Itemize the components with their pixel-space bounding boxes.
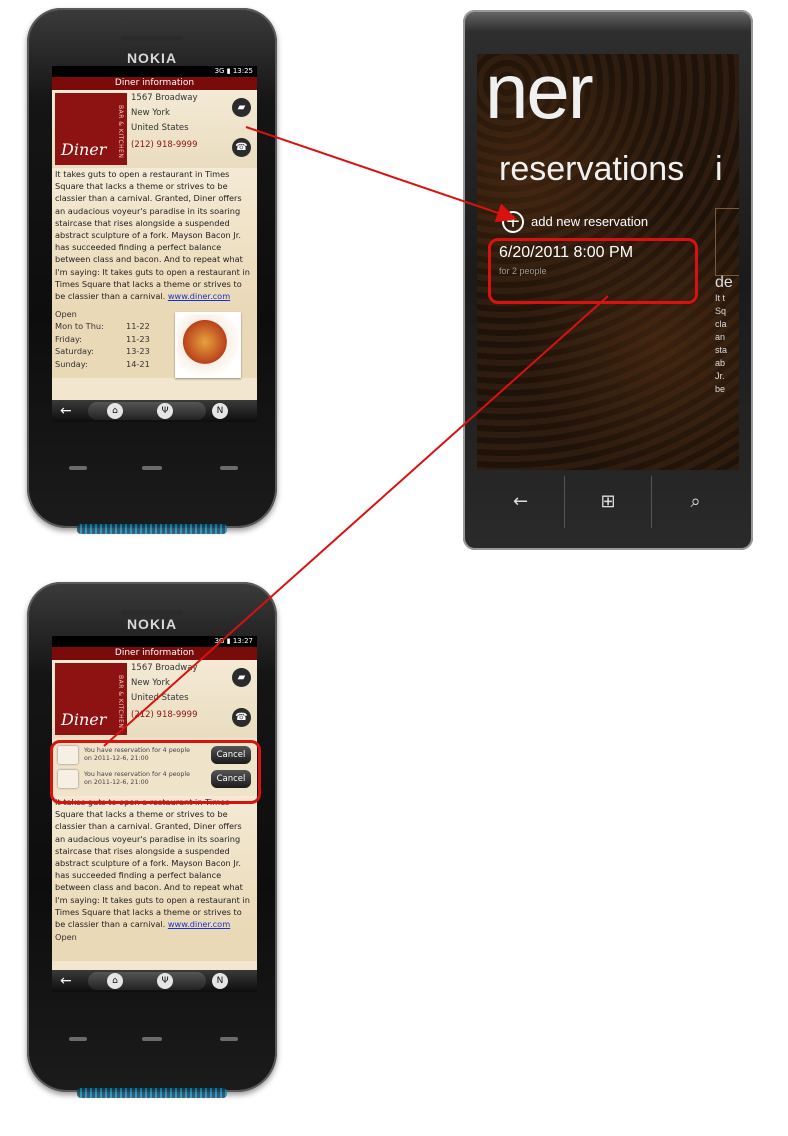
address-line-3: United States xyxy=(131,693,189,703)
opening-hours: Open xyxy=(52,931,257,961)
page-title: Diner information xyxy=(52,77,257,90)
peek-line: an xyxy=(715,332,726,342)
logo-subtext: BAR & KITCHEN xyxy=(117,675,124,729)
toolbar-pill xyxy=(88,972,206,990)
signal-indicator: 3G xyxy=(214,637,225,645)
peek-line: ab xyxy=(715,358,726,368)
status-bar: 3G ▮ 13:27 xyxy=(52,636,257,647)
peek-line: sta xyxy=(715,345,728,355)
call-key[interactable] xyxy=(69,1037,87,1041)
nokia-phone-bottom: NOKIA 3G ▮ 13:27 Diner information Diner… xyxy=(21,582,283,1106)
peek-panel: de It t Sq cla an sta ab Jr. be xyxy=(715,274,733,396)
diner-logo: Diner BAR & KITCHEN xyxy=(55,93,127,165)
navigation-icon[interactable]: N xyxy=(212,973,228,989)
map-icon[interactable]: ▰ xyxy=(232,98,251,117)
website-link[interactable]: www.diner.com xyxy=(168,919,230,929)
wp-hardware-buttons: ← ⊞ ⌕ xyxy=(477,470,739,534)
bottom-toolbar: ← ⌂ Ψ N xyxy=(52,970,257,992)
speaker-grill xyxy=(77,524,227,534)
restaurant-icon[interactable]: Ψ xyxy=(157,973,173,989)
address-line-3: United States xyxy=(131,123,189,133)
battery-icon: ▮ xyxy=(226,637,231,645)
menu-key[interactable] xyxy=(142,466,162,470)
description-text: It takes guts to open a restaurant in Ti… xyxy=(55,169,250,302)
peek-line: It t xyxy=(715,293,726,303)
opening-hours: Open Mon to Thu: 11-22 Friday: 11-23 Satur… xyxy=(52,308,257,378)
food-photo xyxy=(175,312,241,378)
peek-title: de xyxy=(715,274,733,291)
brand-logo: NOKIA xyxy=(126,616,178,632)
back-button[interactable]: ← xyxy=(477,470,564,534)
peek-line: be xyxy=(715,384,726,394)
peek-line: cla xyxy=(715,319,727,329)
nokia-phone-top: NOKIA 3G ▮ 13:25 Diner information Diner… xyxy=(21,8,283,542)
battery-icon: ▮ xyxy=(226,67,231,75)
map-icon[interactable]: ▰ xyxy=(232,668,251,687)
phone-number[interactable]: (212) 918-9999 xyxy=(131,140,197,150)
website-link[interactable]: www.diner.com xyxy=(168,291,230,301)
menu-key[interactable] xyxy=(142,1037,162,1041)
peek-line: Sq xyxy=(715,306,727,316)
home-icon[interactable]: ⌂ xyxy=(107,403,123,419)
end-key[interactable] xyxy=(220,1037,238,1041)
brand-logo: NOKIA xyxy=(126,50,178,66)
screen: 3G ▮ 13:25 Diner information Diner BAR &… xyxy=(52,66,257,422)
pivot-next[interactable]: i xyxy=(715,150,723,189)
logo-subtext: BAR & KITCHEN xyxy=(117,105,124,159)
phone-base xyxy=(21,490,283,542)
diner-logo: Diner BAR & KITCHEN xyxy=(55,663,127,735)
description: It takes guts to open a restaurant in Ti… xyxy=(52,796,257,931)
highlight-nokia-reservations xyxy=(50,740,261,804)
speaker-grill xyxy=(77,1088,227,1098)
pivot-reservations[interactable]: reservations xyxy=(499,150,684,189)
add-reservation-button[interactable]: add new reservation xyxy=(531,214,648,229)
back-arrow-icon[interactable]: ← xyxy=(60,973,72,989)
highlight-wp-reservation xyxy=(488,238,698,304)
address-line-1: 1567 Broadway xyxy=(131,663,198,673)
screen: 3G ▮ 13:27 Diner information Diner BAR &… xyxy=(52,636,257,992)
back-arrow-icon[interactable]: ← xyxy=(60,403,72,419)
end-key[interactable] xyxy=(220,466,238,470)
address-line-2: New York xyxy=(131,678,170,688)
earpiece xyxy=(121,610,183,615)
search-button[interactable]: ⌕ xyxy=(652,470,739,534)
status-bar: 3G ▮ 13:25 xyxy=(52,66,257,77)
navigation-icon[interactable]: N xyxy=(212,403,228,419)
logo-text: Diner xyxy=(61,140,107,159)
address-line-1: 1567 Broadway xyxy=(131,93,198,103)
call-icon[interactable]: ☎ xyxy=(232,708,251,727)
add-icon[interactable]: + xyxy=(502,211,524,233)
description-text: It takes guts to open a restaurant in Ti… xyxy=(55,797,250,930)
description: It takes guts to open a restaurant in Ti… xyxy=(52,168,257,308)
phone-base xyxy=(21,1054,283,1106)
home-icon[interactable]: ⌂ xyxy=(107,973,123,989)
hardware-keys xyxy=(27,1037,277,1057)
open-label: Open xyxy=(55,932,77,942)
address-line-2: New York xyxy=(131,108,170,118)
logo-text: Diner xyxy=(61,710,107,729)
earpiece xyxy=(121,36,183,41)
toolbar-pill xyxy=(88,402,206,420)
peek-card xyxy=(715,208,739,276)
diner-card: Diner BAR & KITCHEN 1567 Broadway New Yo… xyxy=(52,90,257,168)
page-title: Diner information xyxy=(52,647,257,660)
app-title: ner xyxy=(485,54,594,135)
bottom-toolbar: ← ⌂ Ψ N xyxy=(52,400,257,422)
hardware-keys xyxy=(27,466,277,486)
signal-indicator: 3G xyxy=(214,67,225,75)
diner-card: Diner BAR & KITCHEN 1567 Broadway New Yo… xyxy=(52,660,257,738)
clock: 13:25 xyxy=(232,67,253,75)
call-key[interactable] xyxy=(69,466,87,470)
clock: 13:27 xyxy=(232,637,253,645)
windows-start-button[interactable]: ⊞ xyxy=(565,470,651,534)
restaurant-icon[interactable]: Ψ xyxy=(157,403,173,419)
call-icon[interactable]: ☎ xyxy=(232,138,251,157)
phone-number[interactable]: (212) 918-9999 xyxy=(131,710,197,720)
peek-line: Jr. xyxy=(715,371,725,381)
